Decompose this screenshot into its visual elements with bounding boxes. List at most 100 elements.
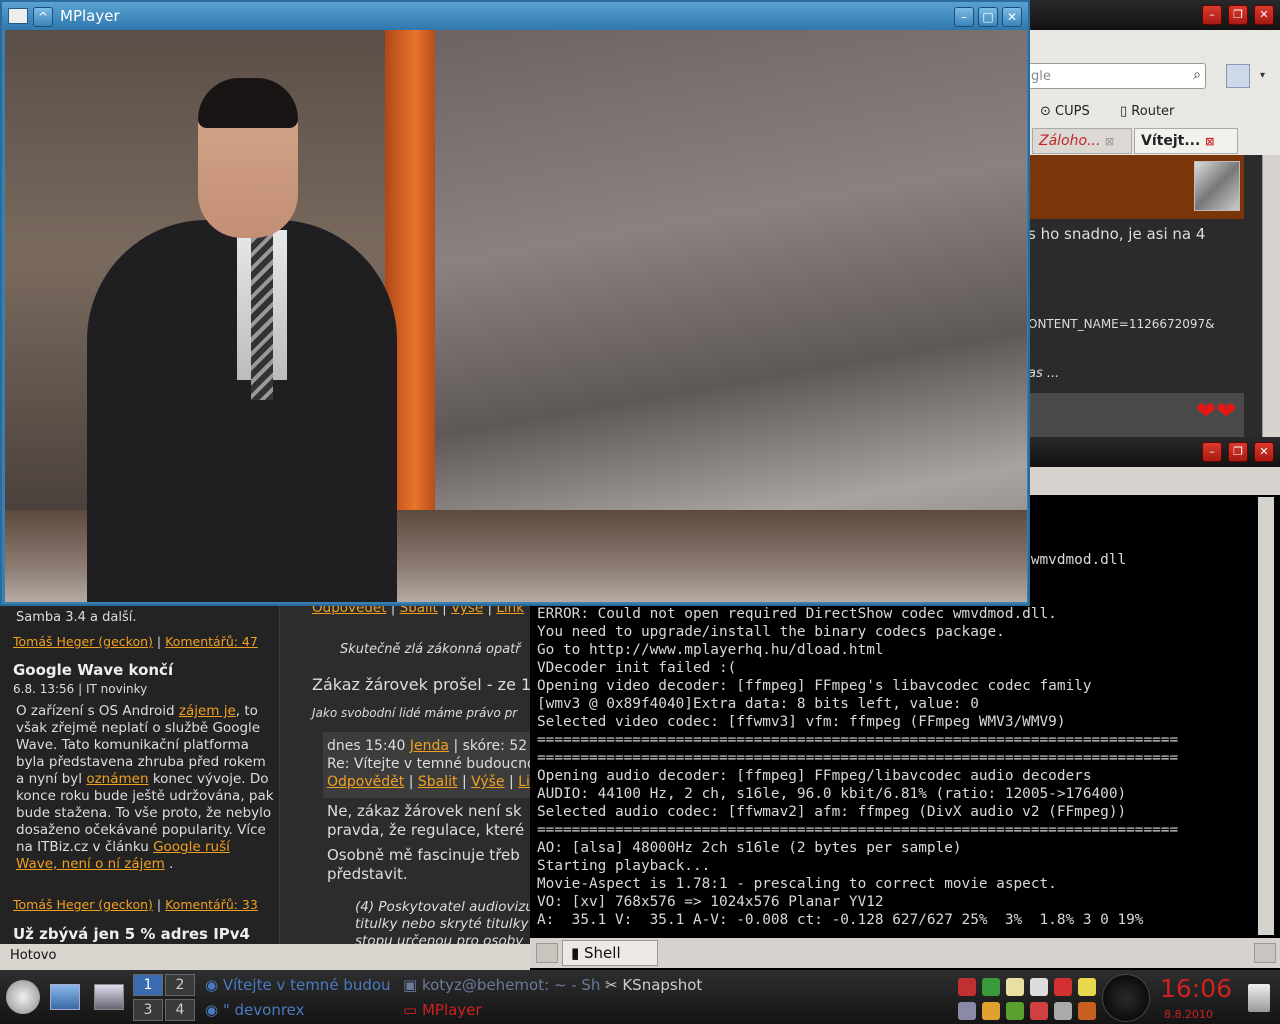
taskbar: 1 2 3 4 ◉ Vítejte v temné budou ▣ kotyz@… [0,970,1280,1024]
tab-backup[interactable]: Záloho... ⊠ [1032,128,1132,154]
comments-link[interactable]: Komentářů: 33 [165,897,258,912]
scrollbar[interactable] [1262,155,1280,437]
up-link[interactable]: Výše [471,774,504,790]
keyboard-layout-icon[interactable] [958,978,976,996]
task-chat[interactable]: ◉ " devonrex [205,1001,305,1019]
comments-main: Odpovědět | Sbalit | Výše | Link Skutečn… [281,600,530,944]
chevron-down-icon[interactable]: ▾ [1260,70,1265,81]
content-line: as ... [1028,366,1060,381]
sidebar-text: Samba 3.4 a další. [16,610,137,625]
search-icon[interactable]: ⌕ [1193,67,1201,83]
content-line: ONTENT_NAME=1126672097& [1028,317,1215,331]
task-ksnapshot[interactable]: ✂ KSnapshot [605,976,702,994]
update-icon[interactable] [1078,1002,1096,1020]
trash-icon[interactable] [1248,984,1270,1012]
task-mplayer[interactable]: ▭ MPlayer [403,1001,482,1019]
article-meta: 6.8. 13:56 | IT novinky [13,682,148,696]
comment-subject: Re: Vítejte v temné budoucno [327,756,530,772]
collapse-link[interactable]: Sbalit [418,774,458,790]
link-announced[interactable]: oznámen [86,771,148,787]
file-manager-icon[interactable] [50,984,80,1010]
search-input[interactable]: gle ⌕ [1028,63,1206,89]
terminal-line: Opening audio decoder: [ffmpeg] FFmpeg/l… [537,768,1092,784]
download-icon[interactable] [1006,1002,1024,1020]
content-line: s ho snadno, je asi na 4 [1028,225,1206,243]
clock-time[interactable]: 16:06 [1160,974,1232,1003]
article-title[interactable]: Google Wave končí [13,661,173,679]
author-link[interactable]: Jenda [410,738,449,754]
content-header [1028,155,1244,219]
reply-link[interactable]: Odpovědět [327,774,404,790]
comment-header: dnes 15:40 Jenda | skóre: 52 Re: Vítejte… [323,732,530,798]
browser-window: – ❐ ✕ gle ⌕ ▾ ⊙ CUPS ▯ Router Záloho... … [1028,0,1280,437]
comment-body: Osobně mě fascinuje třeb představit. [327,846,520,883]
link-interest[interactable]: zájem je [179,703,236,719]
desktop-2[interactable]: 2 [165,974,195,996]
author-link[interactable]: Tomáš Heger (geckon) [13,897,153,912]
terminal-line: ========================================… [537,750,1179,766]
tools-icon[interactable] [1054,1002,1072,1020]
maximize-button[interactable]: □ [978,7,998,27]
clock-date[interactable]: 8.8.2010 [1164,1008,1213,1021]
bookmark-cups[interactable]: ⊙ CUPS [1040,104,1090,119]
minimize-button[interactable]: – [1202,5,1222,25]
close-tab-icon[interactable] [1254,943,1276,963]
mail-icon[interactable] [1054,978,1072,996]
close-tab-icon[interactable]: ⊠ [1205,135,1214,148]
tab-welcome[interactable]: Vítejt... ⊠ [1134,128,1238,154]
shade-button[interactable]: ^ [33,7,53,27]
bookmark-router[interactable]: ▯ Router [1120,104,1174,119]
task-terminal[interactable]: ▣ kotyz@behemot: ~ - Sh [403,976,600,994]
maximize-button[interactable]: ❐ [1228,5,1248,25]
browser-statusbar: Hotovo [0,944,530,970]
mplayer-window: ^ MPlayer – □ ✕ [0,0,1030,606]
terminal-line: AUDIO: 44100 Hz, 2 ch, s16le, 96.0 kbit/… [537,786,1127,802]
kde-menu-icon[interactable] [6,980,40,1014]
window-menu-icon[interactable] [8,8,28,24]
desktop-3[interactable]: 3 [133,999,163,1021]
browser-titlebar: – ❐ ✕ [1028,0,1280,30]
tiger-avatar [1194,161,1240,211]
comment-heading: Zákaz žárovek prošel - ze 1 [312,675,530,694]
browser-content: s ho snadno, je asi na 4 ONTENT_NAME=112… [1028,155,1262,437]
edit-icon[interactable] [1226,64,1250,88]
terminal-line: VO: [xv] 768x576 => 1024x576 Planar YV12 [537,894,884,910]
terminal-line: Movie-Aspect is 1.78:1 - prescaling to c… [537,876,1057,892]
mplayer-titlebar[interactable]: ^ MPlayer – □ ✕ [2,2,1028,30]
new-tab-icon[interactable] [536,943,558,963]
close-tab-icon[interactable]: ⊠ [1105,135,1114,148]
clipboard-icon[interactable] [1030,978,1048,996]
news-sidebar: Samba 3.4 a další. Tomáš Heger (geckon) … [0,600,280,944]
terminal-scrollbar[interactable] [1258,497,1274,935]
power-icon[interactable] [1030,1002,1048,1020]
minimize-button[interactable]: – [954,7,974,27]
close-button[interactable]: ✕ [1002,7,1022,27]
terminal-line: You need to upgrade/install the binary c… [537,624,1005,640]
sticky-icon[interactable] [1078,978,1096,996]
moon-phase-icon [1102,974,1150,1022]
network-icon[interactable] [982,978,1000,996]
terminal-line: Go to http://www.mplayerhq.hu/dload.html [537,642,884,658]
anchor-tie [251,230,273,400]
weather-icon[interactable] [982,1002,1000,1020]
terminal-line: ========================================… [537,822,1179,838]
close-button[interactable]: ✕ [1254,5,1274,25]
comment-body: Ne, zákaz žárovek není sk pravda, že regu… [327,802,525,839]
minimize-button[interactable]: – [1202,442,1222,462]
volume-icon[interactable] [958,1002,976,1020]
maximize-button[interactable]: ❐ [1228,442,1248,462]
author-link[interactable]: Tomáš Heger (geckon) [13,634,153,649]
comments-link[interactable]: Komentářů: 47 [165,634,258,649]
video-frame[interactable] [5,30,1027,602]
close-button[interactable]: ✕ [1254,442,1274,462]
quote-text: Skutečně zlá zákonná opatř [340,642,521,657]
desktop-icon[interactable] [94,984,124,1010]
tab-shell[interactable]: ▮ Shell [562,940,658,966]
notes-icon[interactable] [1006,978,1024,996]
permalink[interactable]: Lin [518,774,530,790]
desktop-1[interactable]: 1 [133,974,163,996]
terminal-line: ERROR: Could not open required DirectSho… [537,606,1057,622]
next-article-title[interactable]: Už zbývá jen 5 % adres IPv4 [13,925,250,943]
task-browser[interactable]: ◉ Vítejte v temné budou [205,976,391,994]
desktop-4[interactable]: 4 [165,999,195,1021]
